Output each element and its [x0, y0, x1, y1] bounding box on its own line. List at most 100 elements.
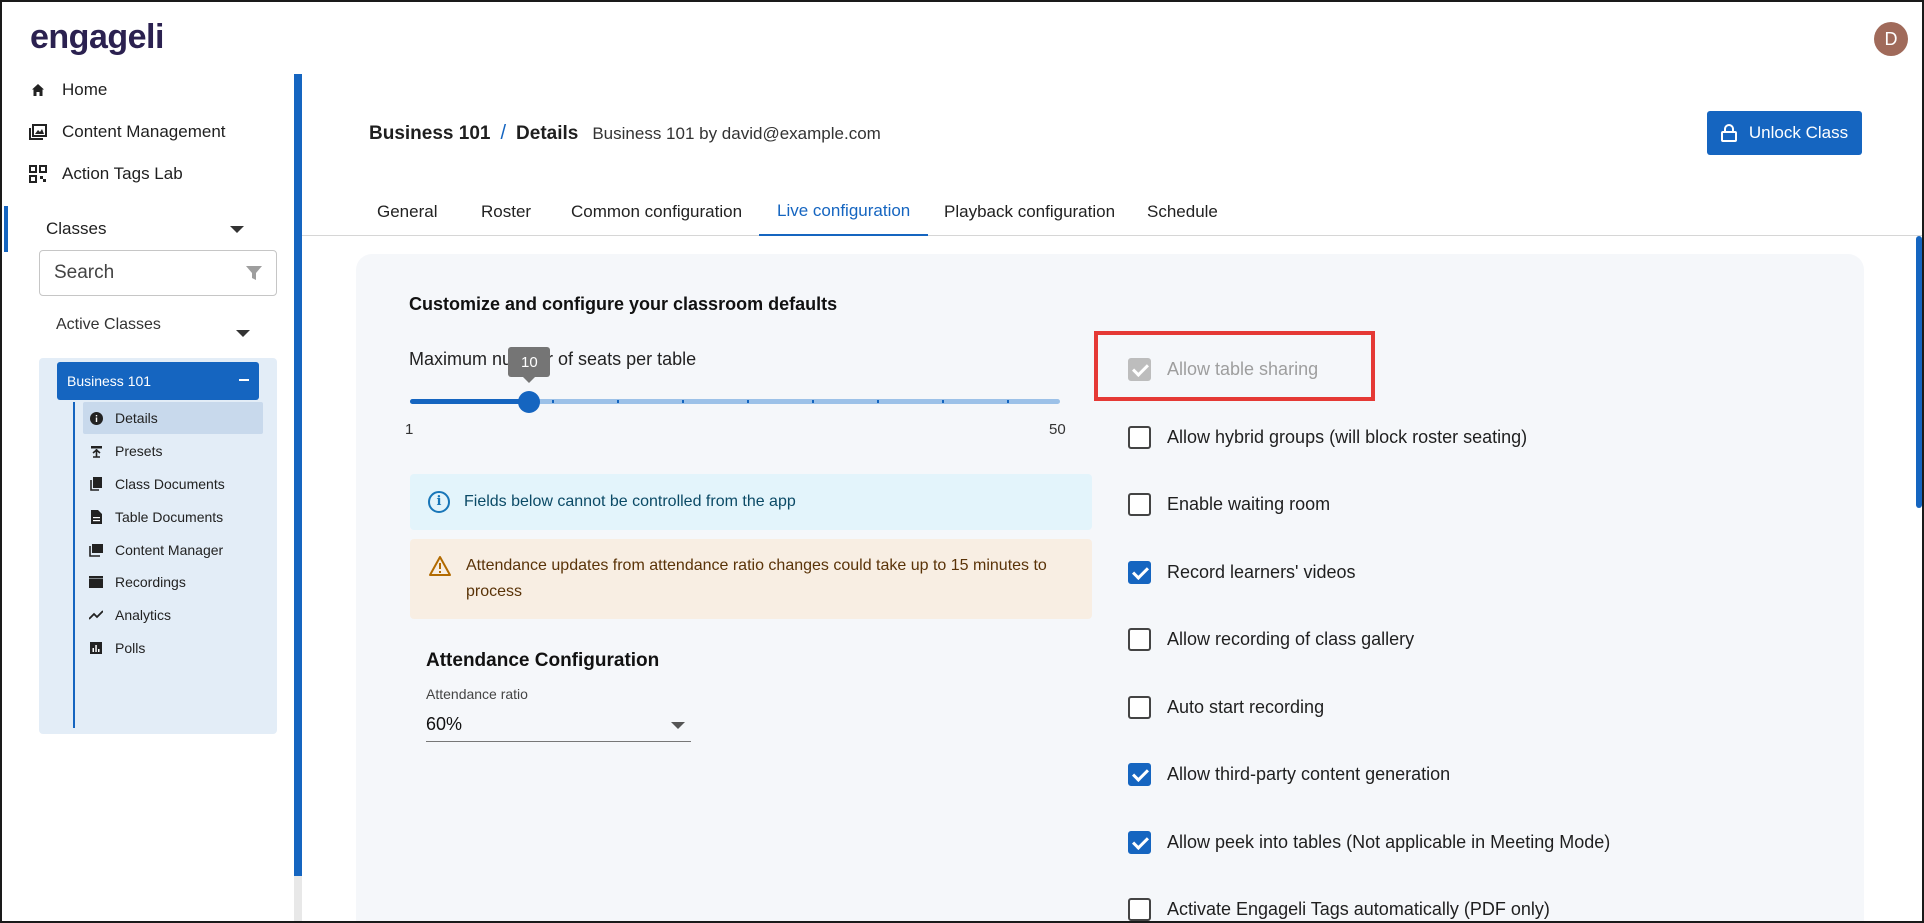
checkbox[interactable]	[1128, 763, 1151, 786]
class-item-table-documents[interactable]: Table Documents	[83, 501, 263, 533]
class-item-class-documents[interactable]: Class Documents	[83, 468, 263, 500]
classes-label: Classes	[46, 219, 107, 238]
section-title: Customize and configure your classroom d…	[409, 294, 838, 314]
class-subtitle: Business 101 by david@example.com	[592, 124, 881, 143]
sidebar-scroll-thumb[interactable]	[294, 74, 302, 876]
main-scrollbar[interactable]	[1914, 236, 1922, 921]
class-item-presets[interactable]: Presets	[83, 435, 263, 467]
checkbox[interactable]	[1128, 493, 1151, 516]
attendance-ratio-label: Attendance ratio	[426, 686, 528, 702]
slider-step-mark	[682, 400, 684, 403]
seats-slider-max-label: 50	[1049, 421, 1066, 438]
chevron-down-icon	[671, 722, 685, 729]
chevron-down-icon[interactable]	[236, 330, 250, 337]
active-classes-toggle[interactable]: Active Classes	[56, 316, 161, 334]
sidebar: Home Content Management Action Tags Lab …	[2, 72, 294, 921]
documents-icon	[89, 477, 103, 491]
class-item-label: Content Manager	[115, 542, 224, 558]
class-business-101[interactable]: Business 101	[57, 362, 259, 400]
tab-bar: General Roster Common configuration Live…	[302, 188, 1922, 236]
chevron-down-icon	[230, 226, 244, 233]
option-label: Auto start recording	[1167, 697, 1325, 717]
collapse-icon[interactable]	[239, 379, 249, 381]
tab-label: Playback configuration	[944, 202, 1116, 221]
class-item-polls[interactable]: Polls	[83, 632, 263, 664]
attendance-ratio-value: 60%	[426, 714, 463, 734]
preset-icon	[89, 444, 103, 458]
attendance-config-title: Attendance Configuration	[426, 650, 660, 671]
breadcrumb-root[interactable]: Business 101	[369, 123, 490, 145]
filter-icon[interactable]	[244, 263, 264, 283]
checkbox[interactable]	[1128, 561, 1151, 584]
class-item-content-manager[interactable]: Content Manager	[83, 534, 263, 566]
option-label: Allow recording of class gallery	[1167, 629, 1415, 649]
checkbox[interactable]	[1128, 628, 1151, 651]
checkbox[interactable]	[1128, 831, 1151, 854]
nav-content-management[interactable]: Content Management	[28, 122, 226, 142]
class-item-label: Table Documents	[115, 509, 224, 525]
slider-step-mark	[487, 400, 489, 403]
option-auto-start-recording[interactable]: Auto start recording	[1128, 696, 1324, 719]
breadcrumb-separator: /	[500, 122, 507, 144]
checkbox[interactable]	[1128, 696, 1151, 719]
classes-toggle[interactable]: Classes	[4, 206, 270, 252]
checkbox[interactable]	[1128, 898, 1151, 921]
engageli-logo[interactable]: engageli	[30, 18, 164, 57]
checkbox[interactable]	[1128, 358, 1151, 381]
option-activate-engageli-tags[interactable]: Activate Engageli Tags automatically (PD…	[1128, 898, 1550, 921]
option-record-learners-videos[interactable]: Record learners' videos	[1128, 561, 1356, 584]
option-label: Record learners' videos	[1167, 562, 1356, 582]
info-icon	[89, 411, 103, 425]
slider-step-mark	[617, 400, 619, 403]
document-icon	[89, 510, 103, 524]
unlock-class-button[interactable]: Unlock Class	[1707, 111, 1862, 155]
class-item-label: Details	[115, 410, 158, 426]
class-search-input[interactable]: Search	[39, 250, 277, 296]
tab-live-configuration[interactable]: Live configuration	[759, 188, 929, 236]
qr-code-icon	[28, 164, 48, 184]
warning-alert-text: Attendance updates from attendance ratio…	[466, 557, 1047, 600]
option-allow-third-party-content[interactable]: Allow third-party content generation	[1128, 763, 1450, 786]
tab-label: Schedule	[1147, 202, 1218, 221]
tab-label: Common configuration	[571, 202, 743, 221]
tab-roster[interactable]: Roster	[481, 188, 531, 236]
class-item-recordings[interactable]: Recordings	[83, 566, 263, 598]
nav-action-tags-lab[interactable]: Action Tags Lab	[28, 164, 183, 184]
nav-home[interactable]: Home	[28, 80, 107, 100]
tab-common-configuration[interactable]: Common configuration	[571, 188, 742, 236]
option-label: Activate Engageli Tags automatically (PD…	[1167, 899, 1550, 919]
slider-step-mark	[877, 400, 879, 403]
main-scroll-thumb[interactable]	[1916, 236, 1922, 508]
user-avatar[interactable]: D	[1874, 22, 1908, 56]
warning-icon	[429, 556, 451, 576]
tab-schedule[interactable]: Schedule	[1147, 188, 1218, 236]
photo-library-icon	[28, 122, 48, 142]
option-allow-hybrid-groups[interactable]: Allow hybrid groups (will block roster s…	[1128, 426, 1527, 449]
class-item-label: Recordings	[115, 574, 186, 590]
tab-playback-configuration[interactable]: Playback configuration	[944, 188, 1115, 236]
slider-step-mark	[812, 400, 814, 403]
seats-slider-fill	[410, 399, 530, 404]
tree-line	[73, 402, 75, 728]
lock-icon	[1720, 124, 1737, 142]
seats-slider-label: Maximum number of seats per table	[409, 349, 697, 369]
unlock-class-label: Unlock Class	[1748, 123, 1849, 142]
attendance-ratio-select[interactable]: 60%	[426, 708, 691, 742]
class-item-analytics[interactable]: Analytics	[83, 599, 263, 631]
sidebar-scrollbar[interactable]	[294, 74, 302, 921]
tab-label: Live configuration	[777, 201, 911, 220]
tab-general[interactable]: General	[377, 188, 437, 236]
class-tree: Business 101 Details Presets Class Docum…	[39, 358, 277, 734]
checkbox[interactable]	[1128, 426, 1151, 449]
option-label: Allow table sharing	[1167, 359, 1319, 379]
option-enable-waiting-room[interactable]: Enable waiting room	[1128, 493, 1330, 516]
breadcrumb: Business 101 / Details Business 101 by d…	[369, 122, 881, 145]
option-allow-recording-class-gallery[interactable]: Allow recording of class gallery	[1128, 628, 1414, 651]
seats-slider-value-tooltip: 10	[508, 347, 551, 383]
tab-label: General	[377, 202, 438, 221]
class-item-details[interactable]: Details	[83, 402, 263, 434]
option-allow-table-sharing[interactable]: Allow table sharing	[1128, 358, 1318, 381]
photo-library-icon	[89, 543, 103, 557]
option-allow-peek-into-tables[interactable]: Allow peek into tables (Not applicable i…	[1128, 831, 1610, 854]
seats-slider-track[interactable]	[410, 399, 1060, 404]
